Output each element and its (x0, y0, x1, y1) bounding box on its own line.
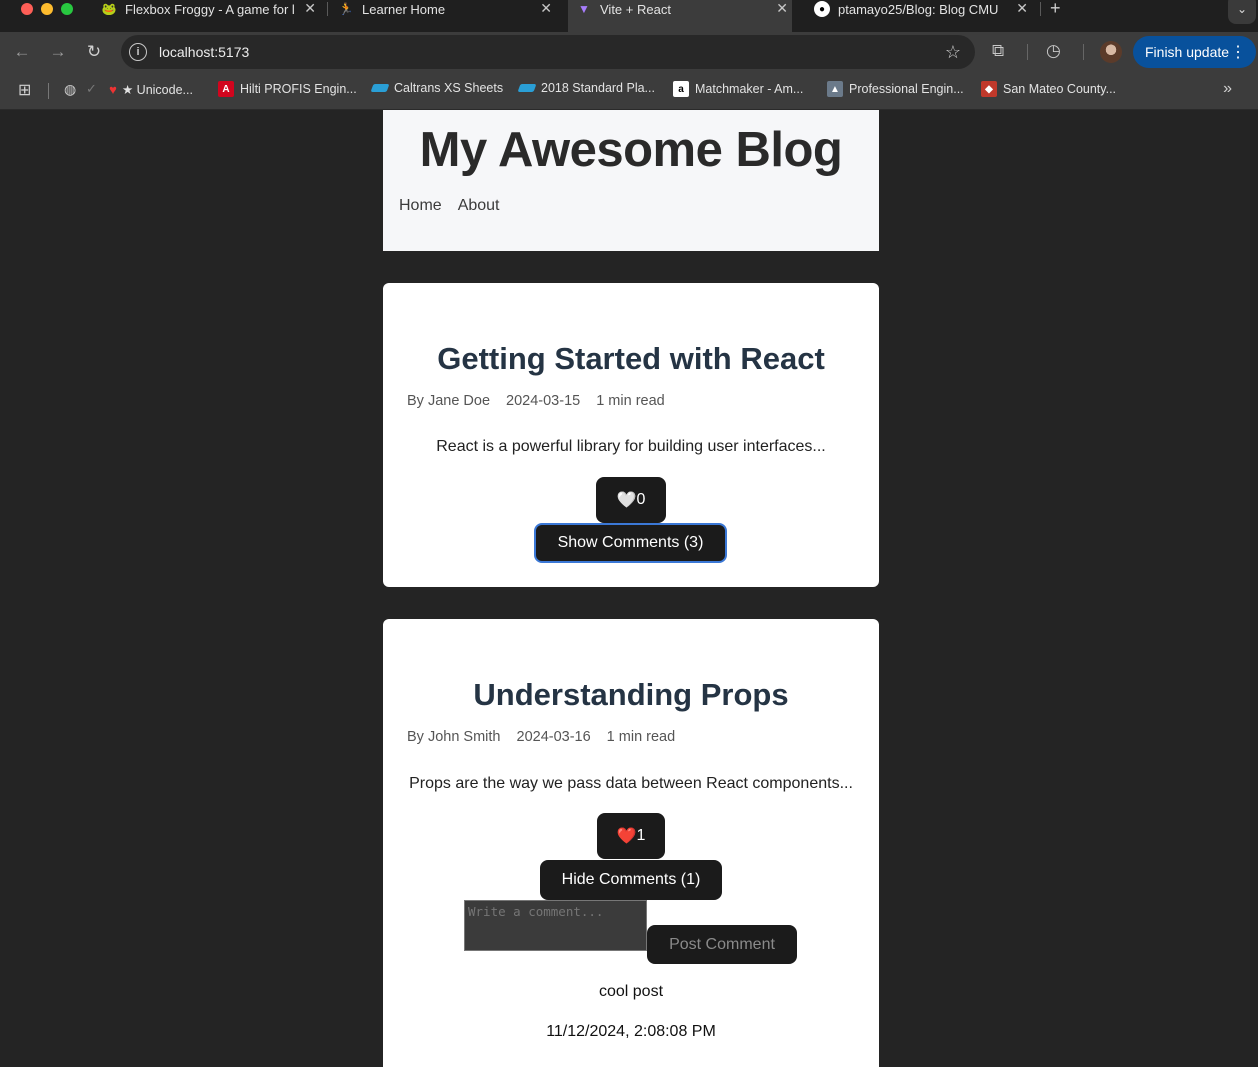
like-count: 0 (636, 491, 646, 508)
close-tab-icon[interactable]: ✕ (304, 0, 316, 17)
nav-about-link[interactable]: About (458, 197, 500, 215)
browser-toolbar: ← → ↻ i localhost:5173 ☆ ⧉ ◷ Finish upda… (0, 32, 1258, 72)
amazon-icon: a (673, 81, 689, 97)
tab-github-blog[interactable]: ● ptamayo25/Blog: Blog CMU ✕ (814, 0, 1028, 18)
forward-arrow-icon[interactable]: → (46, 40, 70, 64)
url-text[interactable]: localhost:5173 (159, 44, 249, 60)
post-comment-button[interactable]: Post Comment (647, 925, 797, 964)
close-tab-icon[interactable]: ✕ (1016, 0, 1028, 17)
close-window-button[interactable] (21, 3, 33, 15)
like-count: 1 (636, 827, 646, 844)
tab-flexbox-froggy[interactable]: 🐸 Flexbox Froggy - A game for l ✕ (101, 0, 316, 18)
vite-icon: ▼ (578, 2, 590, 16)
site-info-icon[interactable]: i (129, 43, 147, 61)
bookmark-hilti[interactable]: A Hilti PROFIS Engin... (218, 81, 357, 97)
page-viewport: My Awesome Blog Home About Getting Start… (0, 110, 1258, 1067)
heart-filled-icon: ❤️ (616, 828, 637, 845)
site-title: My Awesome Blog (419, 123, 843, 177)
close-tab-icon[interactable]: ✕ (776, 0, 788, 17)
heart-icon: ♥ (109, 81, 117, 97)
profile-avatar[interactable] (1100, 41, 1122, 63)
post-excerpt: React is a powerful library for building… (436, 438, 826, 455)
history-icon[interactable]: ◷ (1046, 41, 1061, 61)
like-button[interactable]: ❤️ 1 (597, 813, 665, 859)
post-read-time: 1 min read (606, 729, 676, 745)
active-tab-fill (568, 18, 792, 32)
caltrans-icon (370, 84, 390, 92)
globe-icon[interactable]: ◍ (64, 81, 76, 98)
comment-input[interactable] (464, 900, 647, 951)
post-date: 2024-03-16 (516, 729, 591, 745)
like-button[interactable]: 🤍 0 (596, 477, 666, 523)
bookmark-caltrans-xs[interactable]: Caltrans XS Sheets (370, 81, 503, 95)
bookmark-professional-engineer[interactable]: ▲ Professional Engin... (827, 81, 964, 97)
post-read-time: 1 min read (596, 393, 665, 409)
new-tab-button[interactable]: + (1050, 0, 1061, 17)
reload-icon[interactable]: ↻ (82, 40, 106, 64)
caltrans-icon (517, 84, 537, 92)
site-header: My Awesome Blog Home About (383, 110, 879, 251)
more-menu-icon[interactable]: ⋮ (1230, 42, 1246, 62)
bookmark-matchmaker[interactable]: a Matchmaker - Am... (673, 81, 803, 97)
post-date: 2024-03-15 (506, 393, 581, 409)
finish-update-button[interactable]: Finish update ⋮ (1133, 36, 1256, 68)
nav-home-link[interactable]: Home (399, 197, 442, 215)
heart-outline-icon: 🤍 (616, 492, 637, 509)
county-icon: ◆ (981, 81, 997, 97)
tab-learner-home[interactable]: 🏃 Learner Home ✕ (338, 0, 552, 18)
address-bar[interactable]: i localhost:5173 ☆ (121, 35, 975, 69)
post-meta: By John Smith 2024-03-16 1 min read (407, 729, 675, 745)
hide-comments-button[interactable]: Hide Comments (1) (540, 860, 722, 900)
bookmark-san-mateo[interactable]: ◆ San Mateo County... (981, 81, 1116, 97)
comment-timestamp: 11/12/2024, 2:08:08 PM (546, 1023, 716, 1040)
bookmarks-bar: ⊞ ◍ ✓ ♥ ★ Unicode... A Hilti PROFIS Engi… (0, 72, 1258, 110)
bookmark-star-icon[interactable]: ☆ (945, 42, 961, 63)
frog-icon: 🐸 (101, 2, 117, 16)
post-meta: By Jane Doe 2024-03-15 1 min read (407, 393, 665, 409)
minimize-window-button[interactable] (41, 3, 53, 15)
bookmark-standard-plans[interactable]: 2018 Standard Pla... (517, 81, 655, 95)
back-arrow-icon[interactable]: ← (10, 40, 34, 64)
show-comments-button[interactable]: Show Comments (3) (534, 523, 727, 563)
extensions-puzzle-icon[interactable]: ⧉ (992, 41, 1004, 61)
tab-search-chevron-icon[interactable]: ⌄ (1228, 0, 1256, 24)
apps-grid-icon[interactable]: ⊞ (18, 80, 31, 100)
more-bookmarks-chevron-icon[interactable]: » (1223, 80, 1232, 98)
comment-text: cool post (598, 983, 664, 1000)
site-nav: Home About (399, 197, 500, 215)
tab-vite-react[interactable]: ▼ Vite + React ✕ (568, 0, 792, 18)
engineer-icon: ▲ (827, 81, 843, 97)
post-excerpt: Props are the way we pass data between R… (409, 775, 853, 792)
post-author: By Jane Doe (407, 393, 491, 409)
post-card: Getting Started with React By Jane Doe 2… (383, 283, 879, 587)
post-title: Getting Started with React (437, 341, 825, 376)
post-title: Understanding Props (473, 677, 789, 712)
close-tab-icon[interactable]: ✕ (540, 0, 552, 17)
runner-icon: 🏃 (338, 2, 354, 16)
maximize-window-button[interactable] (61, 3, 73, 15)
check-icon[interactable]: ✓ (86, 81, 97, 97)
post-card: Understanding Props By John Smith 2024-0… (383, 619, 879, 1067)
hilti-icon: A (218, 81, 234, 97)
github-icon: ● (814, 1, 830, 17)
post-author: By John Smith (407, 729, 501, 745)
bookmark-unicode[interactable]: ♥ ★ Unicode... (106, 81, 193, 97)
